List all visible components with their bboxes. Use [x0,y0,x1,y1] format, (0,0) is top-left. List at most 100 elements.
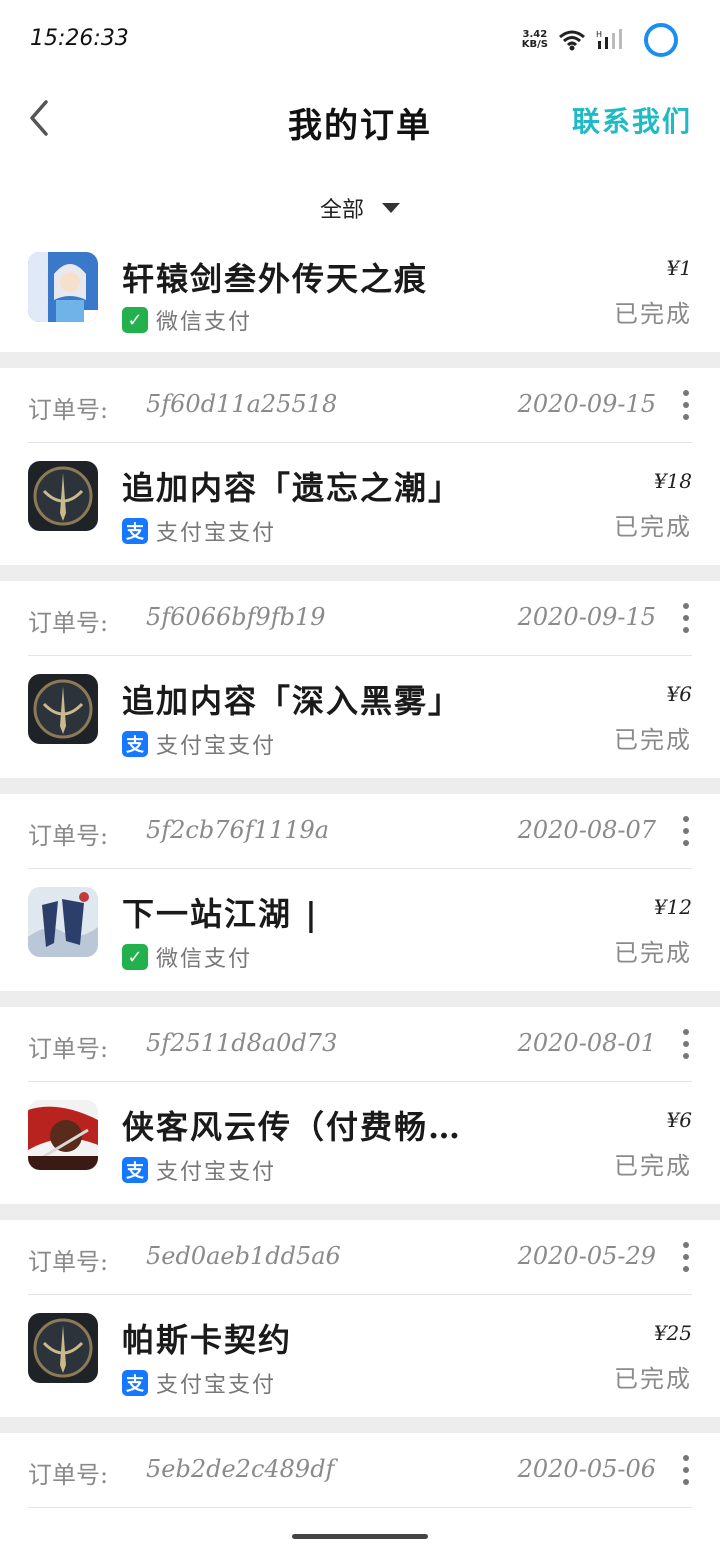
order-number: 5f2511d8a0d73 [146,1029,338,1057]
order-header: 订单号: 5f2cb76f1119a 2020-08-07 [28,794,692,869]
home-indicator[interactable] [292,1534,428,1539]
order-price: ¥1 [666,256,692,280]
circle-icon [644,23,678,57]
order-card[interactable]: 订单号: 5f2511d8a0d73 2020-08-01 侠客风云传（付费畅… [0,1007,720,1204]
filter-selected-label: 全部 [319,198,364,223]
svg-text:H: H [596,30,602,39]
order-price: ¥12 [653,895,692,919]
more-vertical-icon[interactable] [680,1029,692,1059]
xia-game-icon [28,887,98,957]
order-number: 5ed0aeb1dd5a6 [146,1242,341,1270]
dark-emblem-game-icon [28,461,98,531]
payment-row: ✓ 微信支付 [122,941,252,973]
payment-method: 支付宝支付 [156,521,277,546]
game-name: 侠客风云传（付费畅… [122,1108,463,1146]
order-card[interactable]: 轩辕剑叁外传天之痕 ✓ 微信支付 ¥1 已完成 [0,246,720,352]
wifi-icon [558,29,586,51]
payment-method: 支付宝支付 [156,1373,277,1398]
net-speed: 3.42 KB/S [522,30,548,50]
dark-emblem-game-icon [28,674,98,744]
signal-icon: H [596,29,626,51]
order-date: 2020-09-15 [517,603,656,631]
order-status: 已完成 [614,726,692,754]
order-price: ¥25 [653,1321,692,1345]
order-card[interactable]: 订单号: 5f2cb76f1119a 2020-08-07 下一站江湖 | ✓ … [0,794,720,991]
game-name: 帕斯卡契约 [122,1321,293,1359]
payment-row: 支 支付宝支付 [122,515,276,547]
caret-down-icon [382,203,400,213]
order-date: 2020-05-29 [517,1242,656,1270]
more-vertical-icon[interactable] [680,1455,692,1485]
more-vertical-icon[interactable] [680,603,692,633]
order-price: ¥6 [666,1108,692,1132]
order-number-label: 订单号: [28,822,109,850]
order-header: 订单号: 5f60d11a25518 2020-09-15 [28,368,692,443]
more-vertical-icon[interactable] [680,390,692,420]
order-date: 2020-09-15 [517,390,656,418]
status-time: 15:26:33 [30,26,129,51]
order-price: ¥18 [653,469,692,493]
dark-emblem-game-icon [28,1313,98,1383]
order-number: 5f2cb76f1119a [146,816,330,844]
order-status: 已完成 [614,1152,692,1180]
order-number-label: 订单号: [28,609,109,637]
order-card[interactable]: 订单号: 5ed0aeb1dd5a6 2020-05-29 帕斯卡契约 支 支付… [0,1220,720,1417]
payment-method: 支付宝支付 [156,734,277,759]
game-name: 追加内容「遗忘之潮」 [122,469,463,507]
order-header: 订单号: 5ed0aeb1dd5a6 2020-05-29 [28,1220,692,1295]
order-body: 追加内容「遗忘之潮」 支 支付宝支付 ¥18 已完成 [28,443,692,565]
order-header: 订单号: 5f2511d8a0d73 2020-08-01 [28,1007,692,1082]
order-header: 订单号: 5f6066bf9fb19 2020-09-15 [28,581,692,656]
net-speed-unit: KB/S [521,39,548,50]
order-date: 2020-08-01 [517,1029,656,1057]
order-price: ¥6 [666,682,692,706]
game-name: 追加内容「深入黑雾」 [122,682,463,720]
order-body: 帕斯卡契约 支 支付宝支付 ¥25 已完成 [28,1295,692,1417]
order-number: 5f60d11a25518 [146,390,338,418]
screen: 15:26:33 3.42 KB/S H 我的订单 联系我们 全部 轩辕剑叁外传… [0,0,720,1560]
contact-us-link[interactable]: 联系我们 [572,100,692,140]
status-icons: 3.42 KB/S H [522,18,678,62]
order-number-label: 订单号: [28,1035,109,1063]
more-vertical-icon[interactable] [680,816,692,846]
alipay-icon: 支 [122,1157,148,1183]
order-list: 轩辕剑叁外传天之痕 ✓ 微信支付 ¥1 已完成 订单号: 5f60d11a255… [0,246,720,1560]
wechat-pay-icon: ✓ [122,944,148,970]
order-card[interactable]: 订单号: 5f60d11a25518 2020-09-15 追加内容「遗忘之潮」… [0,368,720,565]
status-bar: 15:26:33 3.42 KB/S H [0,0,720,80]
payment-row: ✓ 微信支付 [122,304,252,336]
payment-row: 支 支付宝支付 [122,728,276,760]
game-name: 轩辕剑叁外传天之痕 [122,260,429,298]
alipay-icon: 支 [122,518,148,544]
order-card[interactable]: 订单号: 5f6066bf9fb19 2020-09-15 追加内容「深入黑雾」… [0,581,720,778]
xiake-game-icon [28,1100,98,1170]
payment-method: 支付宝支付 [156,1160,277,1185]
order-number: 5eb2de2c489df [146,1455,335,1483]
xuanyuan-game-icon [28,252,98,322]
order-body: 轩辕剑叁外传天之痕 ✓ 微信支付 ¥1 已完成 [28,246,692,352]
payment-row: 支 支付宝支付 [122,1367,276,1399]
order-status: 已完成 [614,939,692,967]
wechat-pay-icon: ✓ [122,307,148,333]
payment-row: 支 支付宝支付 [122,1154,276,1186]
more-vertical-icon[interactable] [680,1242,692,1272]
filter-dropdown[interactable]: 全部 [0,192,720,224]
payment-method: 微信支付 [156,310,253,335]
order-number-label: 订单号: [28,1248,109,1276]
header: 我的订单 联系我们 [0,80,720,166]
filter-bar: 全部 [0,166,720,247]
order-status: 已完成 [614,300,692,328]
order-number: 5f6066bf9fb19 [146,603,326,631]
order-status: 已完成 [614,513,692,541]
gesture-bar [0,1514,720,1560]
order-status: 已完成 [614,1365,692,1393]
order-date: 2020-05-06 [517,1455,656,1483]
order-header: 订单号: 5eb2de2c489df 2020-05-06 [28,1433,692,1508]
game-name: 下一站江湖 | [122,895,319,933]
alipay-icon: 支 [122,731,148,757]
order-body: 追加内容「深入黑雾」 支 支付宝支付 ¥6 已完成 [28,656,692,778]
order-body: 侠客风云传（付费畅… 支 支付宝支付 ¥6 已完成 [28,1082,692,1204]
order-number-label: 订单号: [28,396,109,424]
order-number-label: 订单号: [28,1461,109,1489]
alipay-icon: 支 [122,1370,148,1396]
